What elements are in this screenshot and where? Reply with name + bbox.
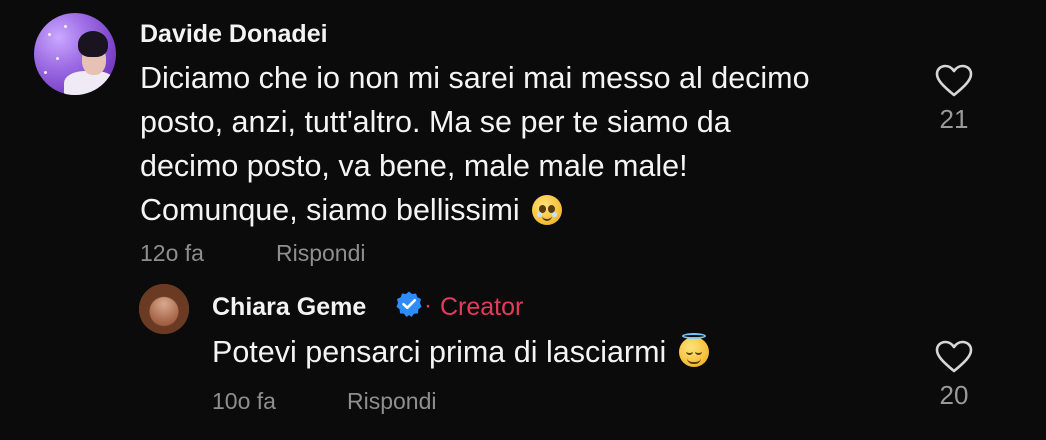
like-count: 20 xyxy=(939,380,969,410)
avatar-sparkle xyxy=(44,71,47,74)
comment-timestamp: 12o fa xyxy=(140,240,204,266)
verified-check-icon xyxy=(396,291,422,317)
like-count: 21 xyxy=(939,104,969,134)
comment-text-line: Comunque, siamo bellissimi xyxy=(140,193,520,227)
reply-button[interactable]: Rispondi xyxy=(347,388,437,415)
comment-text-line: Diciamo che io non mi sarei mai messo al… xyxy=(140,61,810,95)
reply-timestamp: 10o fa xyxy=(212,388,276,414)
comment-author[interactable]: Davide Donadei xyxy=(140,20,328,49)
avatar-hair xyxy=(139,284,189,334)
comment-text-line: decimo posto, va bene, male male male! xyxy=(140,149,688,183)
reply-author[interactable]: Chiara Geme xyxy=(212,293,366,322)
comment-text: Diciamo che io non mi sarei mai messo al… xyxy=(140,56,810,232)
like-button[interactable]: 20 xyxy=(924,340,984,411)
reply-text: Potevi pensarci prima di lasciarmi xyxy=(212,330,709,374)
avatar[interactable] xyxy=(34,13,116,95)
creator-badge: Creator xyxy=(440,293,524,321)
avatar-hair xyxy=(78,31,108,57)
avatar-sparkle xyxy=(56,57,59,60)
pleading-face-emoji xyxy=(532,195,563,225)
comment-text-line: posto, anzi, tutt'altro. Ma se per te si… xyxy=(140,105,731,139)
badge-separator: · xyxy=(424,292,432,319)
reply-text-line: Potevi pensarci prima di lasciarmi xyxy=(212,335,667,369)
heart-outline-icon[interactable] xyxy=(935,340,973,374)
comment-text-line-last: Comunque, siamo bellissimi xyxy=(140,188,810,232)
smiling-face-with-halo-emoji xyxy=(678,333,709,367)
like-button[interactable]: 21 xyxy=(924,64,984,135)
reply-button[interactable]: Rispondi xyxy=(276,240,366,267)
avatar[interactable] xyxy=(139,284,189,334)
avatar-sparkle xyxy=(48,33,51,36)
heart-outline-icon[interactable] xyxy=(935,64,973,98)
avatar-sparkle xyxy=(64,25,67,28)
